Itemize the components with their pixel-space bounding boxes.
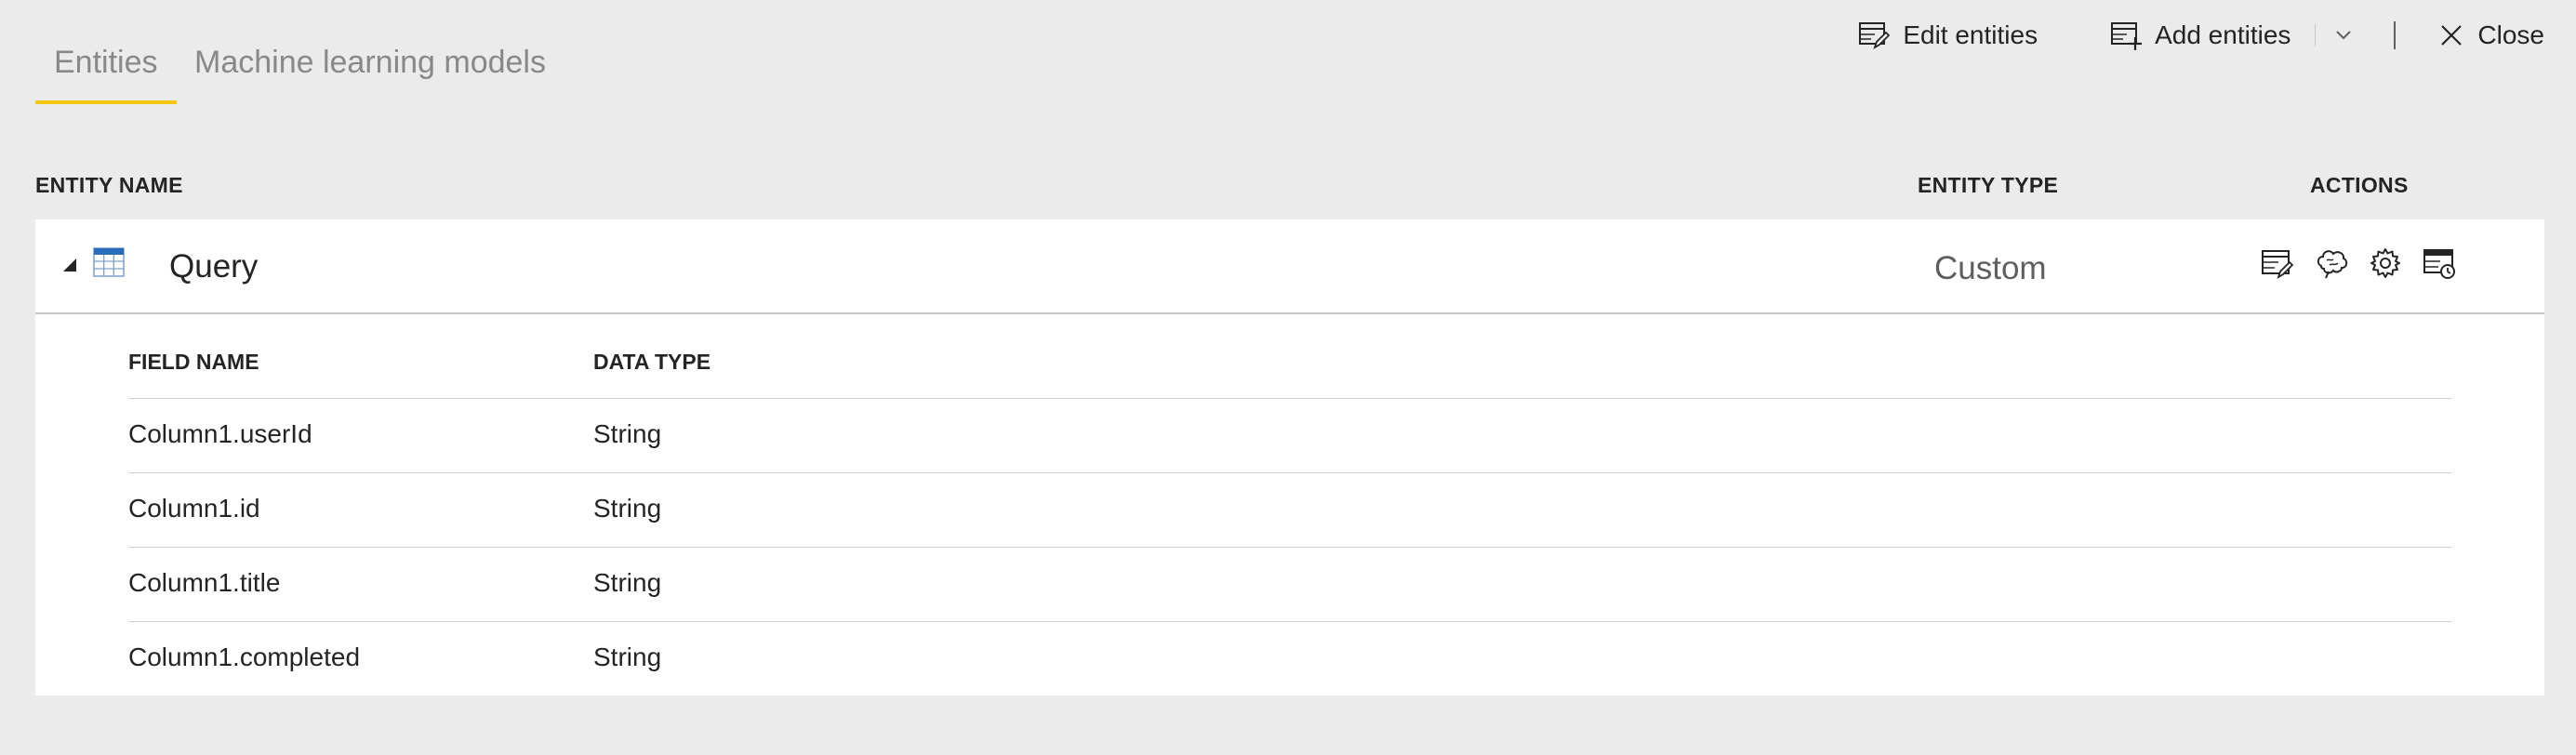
field-name: Column1.id [128,494,260,523]
close-label: Close [2477,20,2544,49]
table-icon [93,247,125,277]
column-header-actions: ACTIONS [2310,173,2409,197]
close-icon [2441,25,2463,46]
tab-entities[interactable]: Entities [54,35,158,89]
chevron-down-icon[interactable] [2330,22,2357,48]
entity-name[interactable]: Query [169,244,258,290]
incremental-refresh-icon[interactable] [2422,245,2457,281]
active-tab-indicator [35,100,177,104]
close-button[interactable]: Close [2438,15,2544,56]
column-header-entity-name[interactable]: ENTITY NAME [35,173,183,198]
field-data-type: String [593,494,662,523]
settings-icon[interactable] [2368,245,2403,281]
entity-type: Custom [1934,250,2047,286]
entities-page: Entities Machine learning models Edit en… [0,0,2576,755]
edit-entity-icon[interactable] [2260,245,2295,281]
table-row[interactable]: Column1.completed String [128,622,2451,695]
add-entities-label: Add entities [2155,20,2291,49]
field-name: Column1.title [128,568,281,597]
edit-entities-label: Edit entities [1903,20,2038,49]
field-data-type: String [593,642,662,671]
entity-row[interactable]: Query Custom [35,219,2544,314]
fields-table: FIELD NAME DATA TYPE Column1.userId Stri… [128,329,2451,695]
add-entities-button[interactable]: Add entities [2110,15,2291,56]
collapse-triangle-icon[interactable] [61,257,78,273]
add-table-icon [2111,22,2143,50]
field-name: Column1.userId [128,419,312,448]
tab-machine-learning-models[interactable]: Machine learning models [194,35,546,89]
edit-entities-button[interactable]: Edit entities [1858,15,2038,56]
data-type-header: DATA TYPE [593,350,711,374]
table-row[interactable]: Column1.title String [128,548,2451,622]
split-button-divider [2315,24,2317,46]
field-data-type: String [593,419,662,448]
entity-panel: Query Custom FIELD NAME DATA TYPE Column… [35,219,2544,695]
column-header-entity-type[interactable]: ENTITY TYPE [1918,173,2058,198]
edit-table-icon [1859,22,1891,50]
toolbar-divider [2394,21,2397,49]
field-data-type: String [593,568,662,597]
field-name-header: FIELD NAME [128,350,259,374]
table-row[interactable]: Column1.id String [128,473,2451,548]
table-row[interactable]: Column1.userId String [128,399,2451,473]
ai-insights-icon[interactable] [2314,245,2349,281]
field-name: Column1.completed [128,642,361,671]
toolbar: Edit entities Add entities Close [1858,15,2544,56]
fields-table-header: FIELD NAME DATA TYPE [128,329,2451,399]
